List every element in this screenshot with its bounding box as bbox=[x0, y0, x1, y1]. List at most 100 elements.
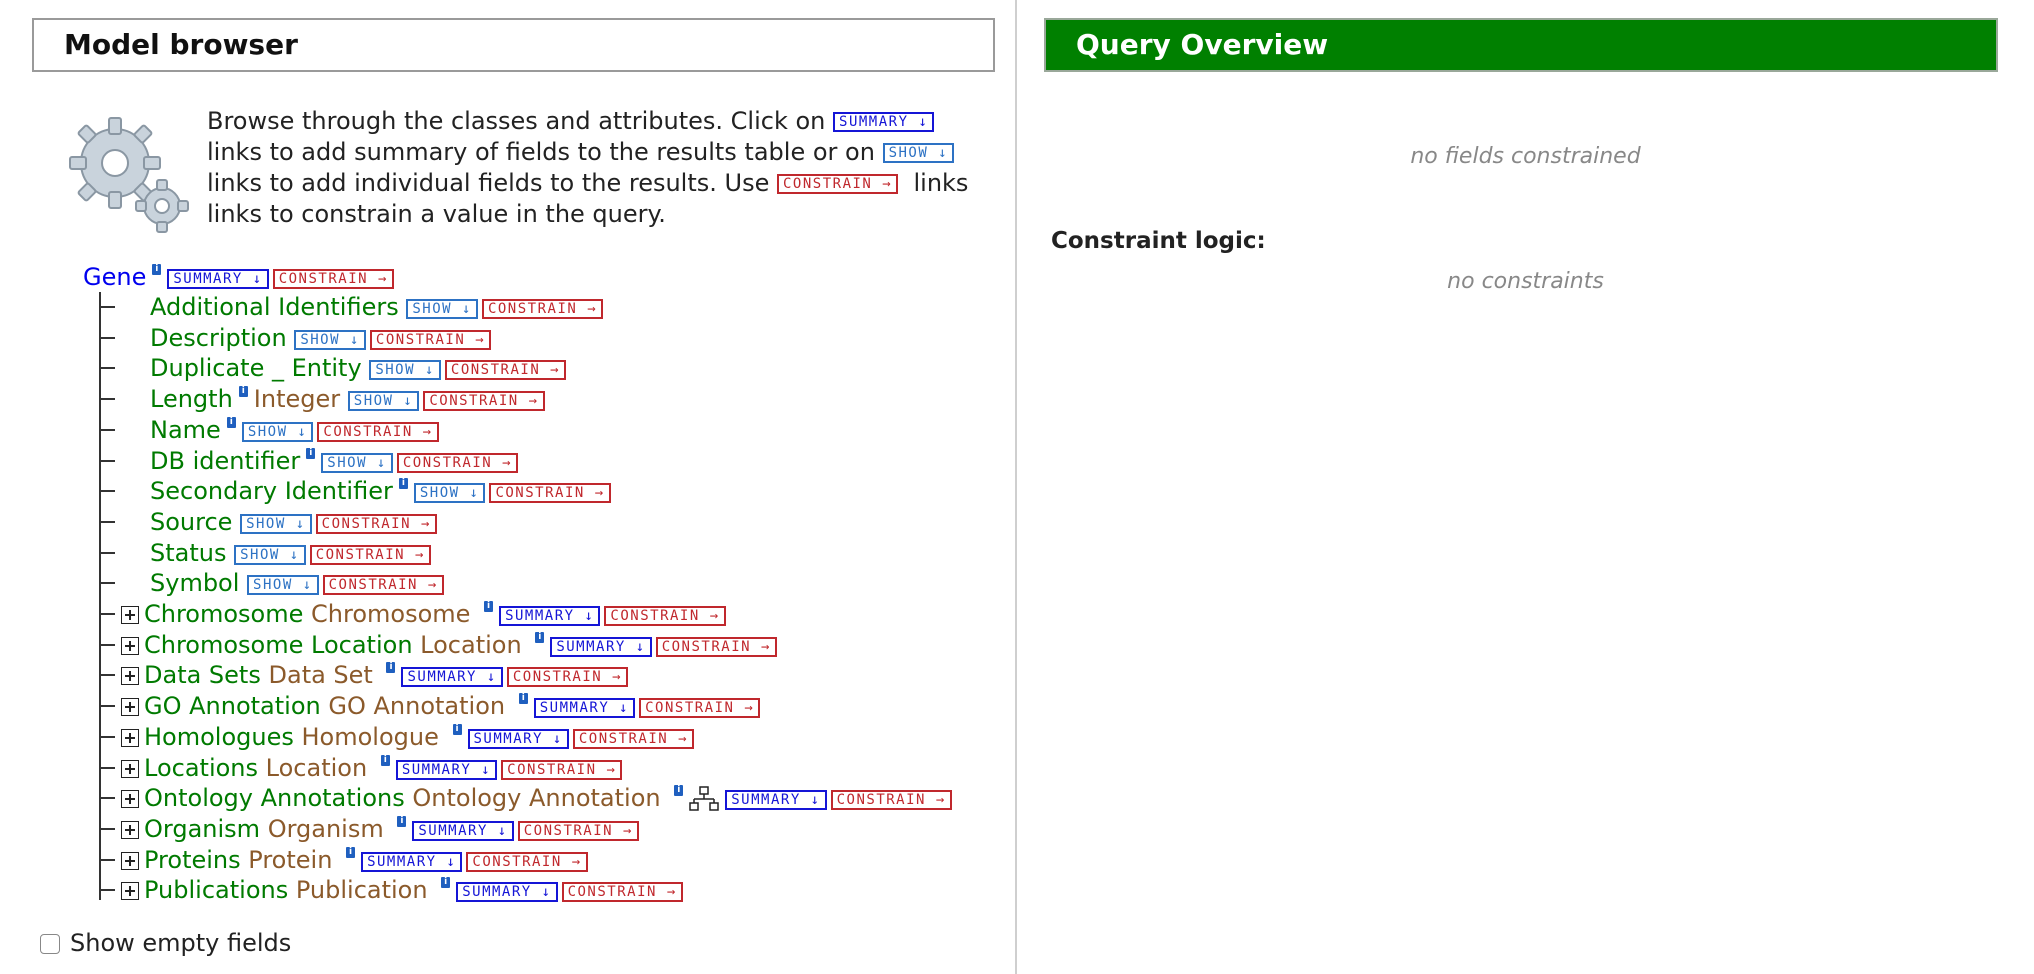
show-button[interactable]: SHOW ↓ bbox=[321, 453, 393, 473]
reference-name[interactable]: GO Annotation bbox=[144, 692, 321, 720]
show-button[interactable]: SHOW ↓ bbox=[413, 483, 486, 503]
constrain-button[interactable]: CONSTRAIN → bbox=[639, 698, 761, 718]
constrain-button[interactable]: CONSTRAIN → bbox=[489, 483, 611, 503]
info-icon[interactable]: i bbox=[238, 386, 248, 397]
info-icon[interactable]: i bbox=[674, 785, 684, 796]
constrain-button[interactable]: CONSTRAIN → bbox=[501, 760, 623, 780]
constrain-button[interactable]: CONSTRAIN → bbox=[423, 391, 545, 411]
constrain-button[interactable]: CONSTRAIN → bbox=[315, 514, 437, 534]
reference-name[interactable]: Data Sets bbox=[144, 661, 261, 689]
expand-icon[interactable] bbox=[121, 760, 139, 778]
summary-button[interactable]: SUMMARY ↓ bbox=[550, 637, 652, 657]
reference-type: Publication bbox=[295, 876, 428, 904]
expand-icon[interactable] bbox=[121, 882, 139, 900]
constrain-button[interactable]: CONSTRAIN → bbox=[830, 790, 952, 810]
reference-type: Location bbox=[265, 754, 368, 782]
attribute-name: DB identifier bbox=[150, 447, 301, 475]
expand-icon[interactable] bbox=[121, 667, 139, 685]
info-icon[interactable]: i bbox=[441, 877, 451, 888]
show-button[interactable]: SHOW ↓ bbox=[234, 545, 306, 565]
constrain-button[interactable]: CONSTRAIN → bbox=[466, 852, 588, 872]
constrain-button[interactable]: CONSTRAIN → bbox=[317, 422, 439, 442]
constrain-button[interactable]: CONSTRAIN → bbox=[444, 360, 567, 380]
info-icon[interactable]: i bbox=[484, 601, 494, 612]
summary-button[interactable]: SUMMARY ↓ bbox=[725, 790, 827, 810]
attribute-name: Status bbox=[150, 539, 227, 567]
summary-button[interactable]: SUMMARY ↓ bbox=[467, 729, 569, 749]
info-icon[interactable]: i bbox=[380, 755, 390, 766]
summary-button[interactable]: SUMMARY ↓ bbox=[412, 821, 514, 841]
show-button[interactable]: SHOW ↓ bbox=[241, 422, 314, 442]
reference-name[interactable]: Locations bbox=[144, 754, 258, 782]
summary-button[interactable]: SUMMARY ↓ bbox=[395, 760, 498, 780]
summary-button[interactable]: SUMMARY ↓ bbox=[533, 698, 636, 718]
show-empty-checkbox[interactable] bbox=[40, 934, 60, 954]
expand-icon[interactable] bbox=[121, 821, 139, 839]
info-icon[interactable]: i bbox=[518, 693, 528, 704]
tree-tick bbox=[99, 398, 115, 400]
show-button[interactable]: SHOW ↓ bbox=[240, 514, 312, 534]
root-class-label[interactable]: Gene bbox=[83, 263, 146, 291]
show-button[interactable]: SHOW ↓ bbox=[247, 575, 319, 595]
tree-tick bbox=[99, 337, 115, 339]
constrain-button[interactable]: CONSTRAIN → bbox=[322, 575, 444, 595]
constrain-button[interactable]: CONSTRAIN → bbox=[272, 269, 394, 289]
model-browser-panel: Model browser Browse through the classes… bbox=[0, 0, 1017, 974]
summary-button[interactable]: SUMMARY ↓ bbox=[361, 852, 463, 872]
summary-button[interactable]: SUMMARY ↓ bbox=[401, 667, 503, 687]
tree-view-icon[interactable] bbox=[689, 786, 719, 812]
expand-icon[interactable] bbox=[121, 852, 139, 870]
tree-tick bbox=[99, 644, 115, 646]
summary-button[interactable]: SUMMARY ↓ bbox=[167, 269, 269, 289]
constraint-logic-label: Constraint logic: bbox=[1051, 228, 1266, 254]
summary-button[interactable]: SUMMARY ↓ bbox=[499, 606, 601, 626]
constrain-button[interactable]: CONSTRAIN → bbox=[481, 299, 604, 319]
info-icon[interactable]: i bbox=[452, 724, 462, 735]
constrain-button[interactable]: CONSTRAIN → bbox=[655, 637, 777, 657]
expand-icon[interactable] bbox=[121, 606, 139, 624]
reference-name[interactable]: Homologues bbox=[144, 723, 294, 751]
constrain-button[interactable]: CONSTRAIN → bbox=[369, 330, 492, 350]
constrain-button[interactable]: CONSTRAIN → bbox=[561, 882, 683, 902]
show-empty-fields-row[interactable]: Show empty fields bbox=[40, 928, 291, 958]
info-icon[interactable]: i bbox=[535, 632, 545, 643]
summary-button[interactable]: SUMMARY ↓ bbox=[456, 882, 558, 902]
constrain-button[interactable]: CONSTRAIN → bbox=[572, 729, 695, 749]
reference-name[interactable]: Chromosome bbox=[144, 600, 303, 628]
constrain-button[interactable]: CONSTRAIN → bbox=[309, 545, 431, 565]
info-icon[interactable]: i bbox=[226, 417, 236, 428]
constrain-button[interactable]: CONSTRAIN → bbox=[506, 667, 629, 687]
constrain-button[interactable]: CONSTRAIN → bbox=[517, 821, 639, 841]
show-button[interactable]: SHOW ↓ bbox=[347, 391, 420, 411]
expand-icon[interactable] bbox=[121, 790, 139, 808]
tree-row-reference: Organism Organism i SUMMARY ↓ CONSTRAIN → bbox=[121, 814, 639, 844]
tree-root-gene: Gene i SUMMARY ↓ CONSTRAIN → bbox=[83, 262, 394, 292]
attribute-name: Additional Identifiers bbox=[150, 293, 399, 321]
info-icon[interactable]: i bbox=[397, 816, 407, 827]
info-icon[interactable]: i bbox=[386, 662, 396, 673]
constrain-button[interactable]: CONSTRAIN → bbox=[396, 453, 519, 473]
reference-type: GO Annotation bbox=[328, 692, 506, 720]
show-button[interactable]: SHOW ↓ bbox=[369, 360, 441, 380]
expand-icon[interactable] bbox=[121, 637, 139, 655]
tree-row-reference: Data Sets Data Set i SUMMARY ↓ CONSTRAIN → bbox=[121, 660, 629, 690]
show-button[interactable]: SHOW ↓ bbox=[406, 299, 478, 319]
expand-icon[interactable] bbox=[121, 698, 139, 716]
info-icon[interactable]: i bbox=[346, 847, 356, 858]
reference-name[interactable]: Publications bbox=[144, 876, 288, 904]
tree-row-reference: Homologues Homologue i SUMMARY ↓ CONSTRAIN… bbox=[121, 722, 695, 752]
expand-icon[interactable] bbox=[121, 729, 139, 747]
info-icon[interactable]: i bbox=[306, 448, 316, 459]
info-icon[interactable]: i bbox=[398, 478, 408, 489]
reference-name[interactable]: Organism bbox=[144, 815, 260, 843]
info-icon[interactable]: i bbox=[152, 264, 162, 275]
tree-tick bbox=[99, 859, 115, 861]
tree-tick bbox=[99, 521, 115, 523]
tree-row-attribute: Status SHOW ↓ CONSTRAIN → bbox=[150, 538, 431, 568]
reference-name[interactable]: Chromosome Location bbox=[144, 631, 413, 659]
reference-name[interactable]: Proteins bbox=[144, 846, 241, 874]
reference-name[interactable]: Ontology Annotations bbox=[144, 784, 405, 812]
tree-row-attribute: Symbol SHOW ↓ CONSTRAIN → bbox=[150, 568, 444, 598]
show-button[interactable]: SHOW ↓ bbox=[294, 330, 366, 350]
constrain-button[interactable]: CONSTRAIN → bbox=[604, 606, 726, 626]
